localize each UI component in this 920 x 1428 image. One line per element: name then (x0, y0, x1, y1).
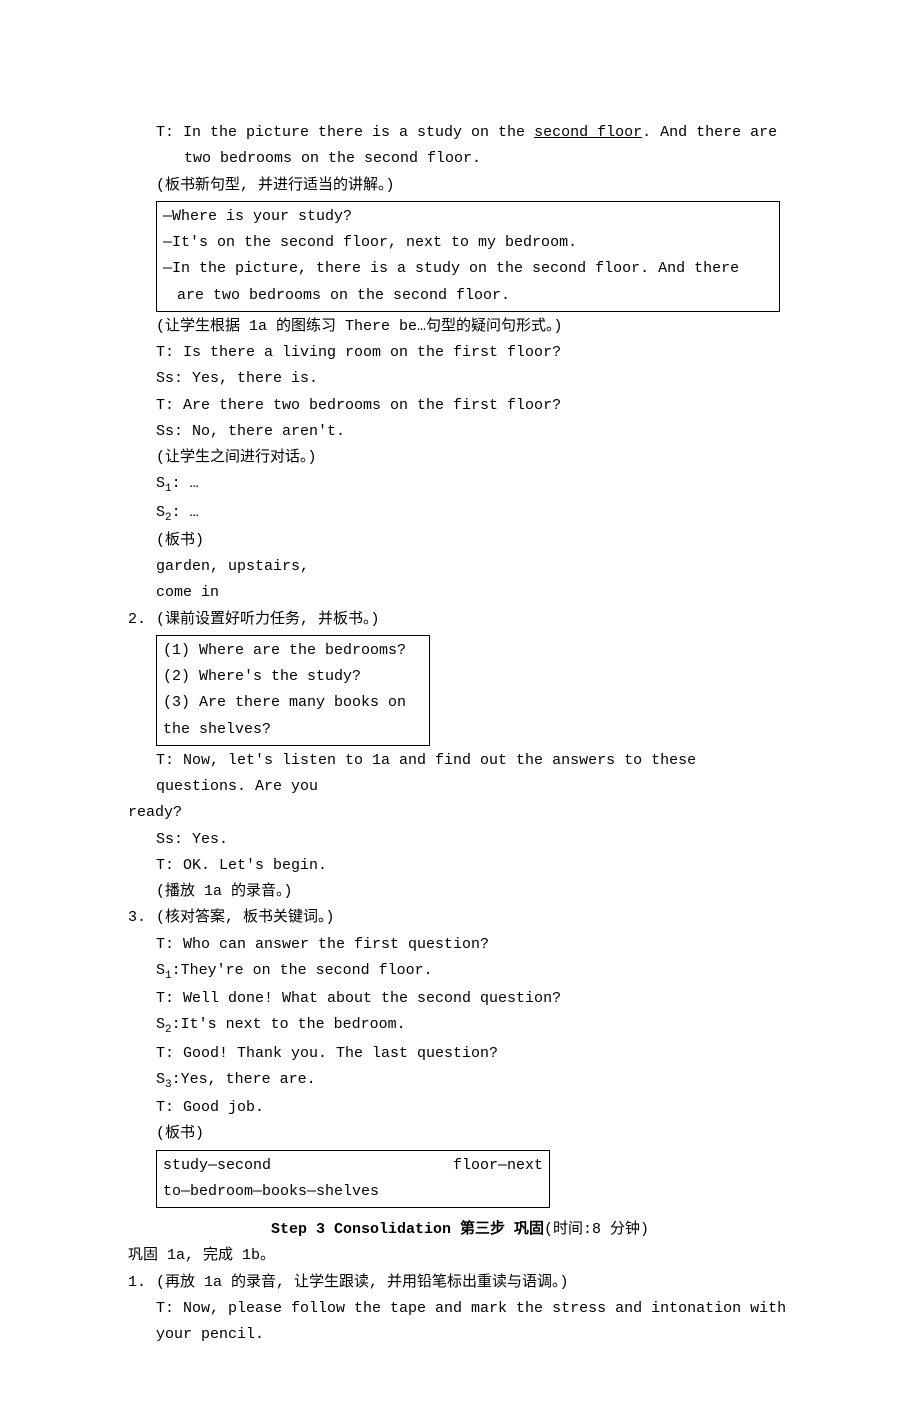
dialog-line: T: Now, let's listen to 1a and find out … (128, 748, 792, 801)
item-text: (核对答案, 板书关键词。) (156, 905, 792, 931)
item-number: 1. (128, 1270, 156, 1296)
dialog-line: T: Good job. (128, 1095, 792, 1121)
note-line: (让学生根据 1a 的图练习 There be…句型的疑问句形式。) (128, 314, 792, 340)
item-text: (再放 1a 的录音, 让学生跟读, 并用铅笔标出重读与语调。) (156, 1270, 792, 1296)
dialog-line: S1: … (128, 471, 792, 499)
box-line: (2) Where's the study? (163, 664, 423, 690)
dialog-line: T: Good! Thank you. The last question? (128, 1041, 792, 1067)
box-line: —In the picture, there is a study on the… (163, 256, 773, 309)
step-title-bold: Step 3 Consolidation 第三步 巩固 (271, 1221, 544, 1238)
underlined-text: second floor (534, 124, 642, 141)
note-line: (播放 1a 的录音。) (128, 879, 792, 905)
dialog-line: T: Who can answer the first question? (128, 932, 792, 958)
numbered-item-1b: 1. (再放 1a 的录音, 让学生跟读, 并用铅笔标出重读与语调。) (128, 1270, 792, 1296)
box-row: study—second floor—next (163, 1153, 543, 1179)
document-body: T: In the picture there is a study on th… (128, 120, 792, 1348)
dialog-line: Ss: Yes. (128, 827, 792, 853)
dialog-line-cont: ready? (128, 800, 792, 826)
numbered-item-3: 3. (核对答案, 板书关键词。) (128, 905, 792, 931)
step-title-rest: (时间:8 分钟) (544, 1221, 649, 1238)
item-text: (课前设置好听力任务, 并板书。) (156, 607, 792, 633)
box-line: (3) Are there many books on the shelves? (163, 690, 423, 743)
dialog-line: T: Are there two bedrooms on the first f… (128, 393, 792, 419)
dialog-line: Ss: No, there aren't. (128, 419, 792, 445)
dialog-line: S3:Yes, there are. (128, 1067, 792, 1095)
dialog-line: T: Now, please follow the tape and mark … (128, 1296, 792, 1349)
vocab-line: come in (128, 580, 792, 606)
item-number: 3. (128, 905, 156, 931)
dialog-line: S1:They're on the second floor. (128, 958, 792, 986)
vocab-line: garden, upstairs, (128, 554, 792, 580)
box-text: floor—next (453, 1153, 543, 1179)
boxed-example-1: —Where is your study? —It's on the secon… (156, 201, 780, 312)
box-line: to—bedroom—books—shelves (163, 1179, 543, 1205)
dialog-line: T: Well done! What about the second ques… (128, 986, 792, 1012)
dialog-line: Ss: Yes, there is. (128, 366, 792, 392)
dialog-line: S2: … (128, 500, 792, 528)
boxed-keywords: study—second floor—next to—bedroom—books… (156, 1150, 550, 1209)
box-text: study—second (163, 1153, 271, 1179)
box-line: —It's on the second floor, next to my be… (163, 230, 773, 256)
dialog-line: T: OK. Let's begin. (128, 853, 792, 879)
note-line: (让学生之间进行对话。) (128, 445, 792, 471)
note-line: (板书新句型, 并进行适当的讲解。) (128, 173, 792, 199)
box-line: —Where is your study? (163, 204, 773, 230)
step-3-heading: Step 3 Consolidation 第三步 巩固(时间:8 分钟) (128, 1216, 792, 1243)
dialog-line: S2:It's next to the bedroom. (128, 1012, 792, 1040)
box-line: (1) Where are the bedrooms? (163, 638, 423, 664)
dialog-line: T: In the picture there is a study on th… (128, 120, 792, 173)
dialog-line: T: Is there a living room on the first f… (128, 340, 792, 366)
section-intro: 巩固 1a, 完成 1b。 (128, 1243, 792, 1269)
item-number: 2. (128, 607, 156, 633)
numbered-item-2: 2. (课前设置好听力任务, 并板书。) (128, 607, 792, 633)
boxed-questions: (1) Where are the bedrooms? (2) Where's … (156, 635, 430, 746)
note-line: (板书) (128, 528, 792, 554)
note-line: (板书) (128, 1121, 792, 1147)
